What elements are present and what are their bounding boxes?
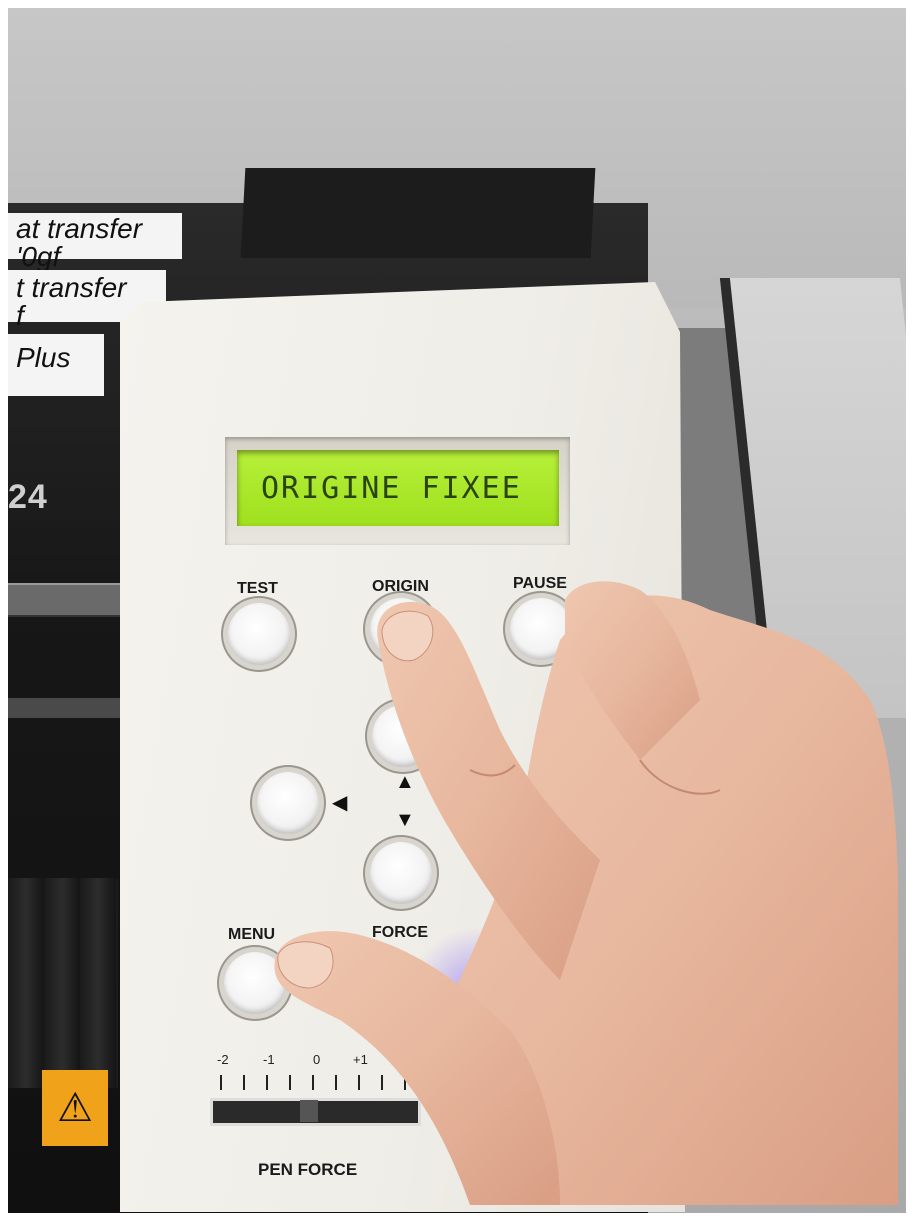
sticker-2-line-1: t transfer — [16, 272, 127, 303]
origin-label: ORIGIN — [372, 578, 429, 595]
rail — [8, 583, 138, 617]
scale-tick-label: +1 — [353, 1052, 368, 1067]
lcd-display: ORIGINE FIXEE — [237, 450, 559, 526]
test-label: TEST — [237, 580, 278, 597]
left-arrow-icon: ◀ — [332, 792, 348, 814]
left-button[interactable] — [257, 772, 319, 834]
scale-tick-label: -2 — [217, 1052, 229, 1067]
menu-button[interactable] — [224, 952, 286, 1014]
sticker-1-line-2: '0gf — [16, 241, 61, 272]
pause-button[interactable] — [510, 598, 572, 660]
down-button[interactable] — [370, 842, 432, 904]
scale-tick-label: 0 — [313, 1052, 321, 1067]
menu-label: MENU — [228, 926, 276, 943]
origin-button[interactable] — [370, 598, 432, 660]
sticker-3: Plus — [8, 334, 104, 396]
warning-icon: ⚠ — [42, 1070, 108, 1146]
sticker-1-line-1: at transfer — [16, 213, 143, 244]
sticker-1: at transfer '0gf — [8, 213, 182, 271]
test-button[interactable] — [228, 603, 290, 665]
cutter-machine-top — [240, 168, 596, 258]
rail-lower — [8, 698, 138, 718]
pause-label: PAUSE — [513, 575, 567, 592]
pen-force-label: PEN FORCE — [258, 1160, 358, 1179]
pen-force-ticks — [220, 1075, 410, 1090]
pen-force-slider-handle[interactable] — [300, 1100, 318, 1122]
scale-tick-label: -1 — [263, 1052, 275, 1067]
down-arrow-icon: ▼ — [395, 809, 415, 831]
roller — [8, 878, 118, 1088]
up-arrow-icon: ▲ — [395, 771, 415, 793]
up-button[interactable] — [372, 705, 434, 767]
model-number: 24 — [8, 478, 48, 516]
purple-glow — [400, 920, 560, 1080]
